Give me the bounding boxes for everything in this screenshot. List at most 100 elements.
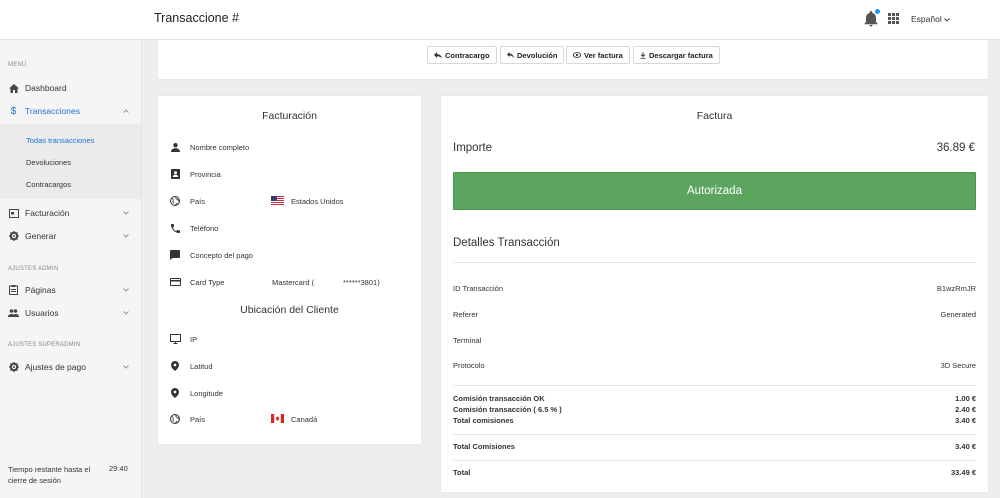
billing-label: Card Type — [190, 277, 225, 287]
sidebar-item-generar[interactable]: Generar — [0, 225, 141, 247]
total-comisiones-row: Total Comisiones 3.40 € — [453, 442, 976, 454]
detail-row-terminal: Terminal — [453, 336, 976, 348]
fee-label: Total comisiones — [453, 416, 514, 425]
eye-icon — [573, 52, 581, 58]
details-title: Detalles Transacción — [453, 237, 560, 249]
chevron-down-icon — [123, 211, 129, 215]
detail-label: Terminal — [453, 336, 482, 345]
location-label: País — [190, 414, 206, 424]
sidebar-item-paginas[interactable]: Páginas — [0, 279, 141, 301]
sidebar-item-ajustes-pago[interactable]: Ajustes de pago — [0, 356, 141, 378]
chevron-up-icon — [123, 109, 129, 113]
divider — [453, 460, 976, 461]
divider — [453, 434, 976, 435]
home-icon — [8, 83, 19, 94]
globe-icon — [169, 413, 181, 425]
status-badge: Autorizada — [453, 172, 976, 210]
us-flag-icon — [271, 196, 284, 205]
invoice-title: Factura — [696, 110, 733, 122]
card-brand-value: Mastercard ( — [272, 277, 315, 287]
language-selector[interactable]: Español — [911, 14, 950, 24]
detail-value: Generated — [940, 310, 976, 319]
page-title: Transaccione # — [154, 11, 239, 25]
billing-label: Provincia — [190, 169, 221, 179]
chevron-down-icon — [123, 311, 129, 315]
card-number-value: ******3801) — [343, 277, 380, 287]
invoice-icon — [8, 208, 19, 219]
monitor-icon — [169, 333, 181, 345]
billing-row-provincia: Provincia — [169, 167, 409, 181]
billing-value: Estados Unidos — [291, 196, 344, 206]
divider — [453, 385, 976, 386]
ver-factura-button[interactable]: Ver factura — [566, 46, 630, 64]
canada-flag-icon — [271, 414, 284, 423]
contracargo-button[interactable]: Contracargo — [427, 46, 497, 64]
billing-label: Teléfono — [190, 223, 219, 233]
detail-row-protocolo: Protocolo 3D Secure — [453, 361, 976, 373]
devolucion-button[interactable]: Devolución — [500, 46, 565, 64]
descargar-factura-label: Descargar factura — [649, 50, 713, 60]
divider — [453, 262, 976, 263]
users-icon — [8, 308, 19, 319]
clipboard-icon — [8, 285, 19, 296]
person-icon — [169, 141, 181, 153]
billing-label: País — [190, 196, 206, 206]
sidebar-section-superadmin: AJUSTES SUPERADMIN — [8, 342, 81, 348]
billing-title: Facturación — [262, 110, 317, 122]
total-comisiones-value: 3.40 € — [955, 442, 976, 451]
detail-value: B1wzRmJR — [936, 284, 976, 293]
fee-value: 2.40 € — [955, 405, 976, 414]
ver-factura-label: Ver factura — [584, 50, 623, 60]
billing-row-card-type: Card Type Mastercard ( ******3801) — [169, 275, 409, 289]
chevron-down-icon — [123, 365, 129, 369]
detail-label: Protocolo — [453, 361, 485, 370]
download-icon — [640, 51, 646, 59]
invoice-card: Factura Importe 36.89 € Autorizada Detal… — [440, 95, 989, 493]
fee-value: 3.40 € — [955, 416, 976, 425]
gear-icon — [8, 362, 19, 373]
session-timeout-value: 29:40 — [109, 464, 128, 473]
contact-card-icon — [169, 168, 181, 180]
sidebar-item-label: Usuarios — [25, 308, 59, 318]
action-toolbar: Contracargo Devolución Ver factura Desca… — [157, 40, 989, 80]
location-pin-icon — [169, 360, 181, 372]
sidebar-subitem-todas[interactable]: Todas transacciones — [26, 136, 94, 145]
billing-row-concepto: Concepto del pago — [169, 248, 409, 262]
sidebar-subitem-devoluciones[interactable]: Devoluciones — [26, 158, 71, 167]
sidebar-item-dashboard[interactable]: Dashboard — [0, 77, 141, 99]
location-label: Latitud — [190, 361, 213, 371]
bell-icon[interactable] — [864, 9, 880, 27]
reply-all-icon — [434, 52, 442, 58]
detail-row-referer: Referer Generated — [453, 310, 976, 322]
credit-card-icon — [169, 276, 181, 288]
sidebar-item-transacciones[interactable]: $ Transacciones — [0, 100, 141, 122]
location-value: Canadá — [291, 414, 318, 424]
total-comisiones-label: Total Comisiones — [453, 442, 515, 451]
detail-value: 3D Secure — [940, 361, 976, 370]
detail-label: ID Transacción — [453, 284, 504, 293]
reply-icon — [507, 52, 514, 58]
apps-grid-icon[interactable] — [888, 13, 899, 24]
total-value: 33.49 € — [950, 468, 976, 477]
transacciones-submenu: Todas transacciones Devoluciones Contrac… — [0, 124, 141, 199]
devolucion-label: Devolución — [517, 50, 558, 60]
sidebar-subitem-contracargos[interactable]: Contracargos — [26, 180, 71, 189]
location-label: Longitude — [190, 388, 223, 398]
billing-row-pais: País Estados Unidos — [169, 194, 409, 208]
sidebar-item-label: Ajustes de pago — [25, 362, 86, 372]
descargar-factura-button[interactable]: Descargar factura — [633, 46, 720, 64]
chevron-down-icon — [123, 288, 129, 292]
sidebar: MENÚ Dashboard $ Transacciones Todas tra… — [0, 40, 142, 498]
billing-card: Facturación Nombre completo Provincia Pa… — [157, 95, 422, 445]
language-label: Español — [911, 14, 942, 24]
amount-label: Importe — [453, 142, 492, 154]
fee-label: Comisión transacción OK — [453, 394, 545, 403]
sidebar-item-facturacion[interactable]: Facturación — [0, 202, 141, 224]
sidebar-item-label: Facturación — [25, 208, 70, 218]
detail-row-id: ID Transacción B1wzRmJR — [453, 284, 976, 296]
sidebar-section-admin: AJUSTES ADMIN — [8, 266, 59, 272]
location-row-ip: IP — [169, 332, 409, 346]
fee-label: Comisión transacción ( 6.5 % ) — [453, 405, 562, 414]
dollar-icon: $ — [10, 105, 17, 117]
sidebar-item-usuarios[interactable]: Usuarios — [0, 302, 141, 324]
